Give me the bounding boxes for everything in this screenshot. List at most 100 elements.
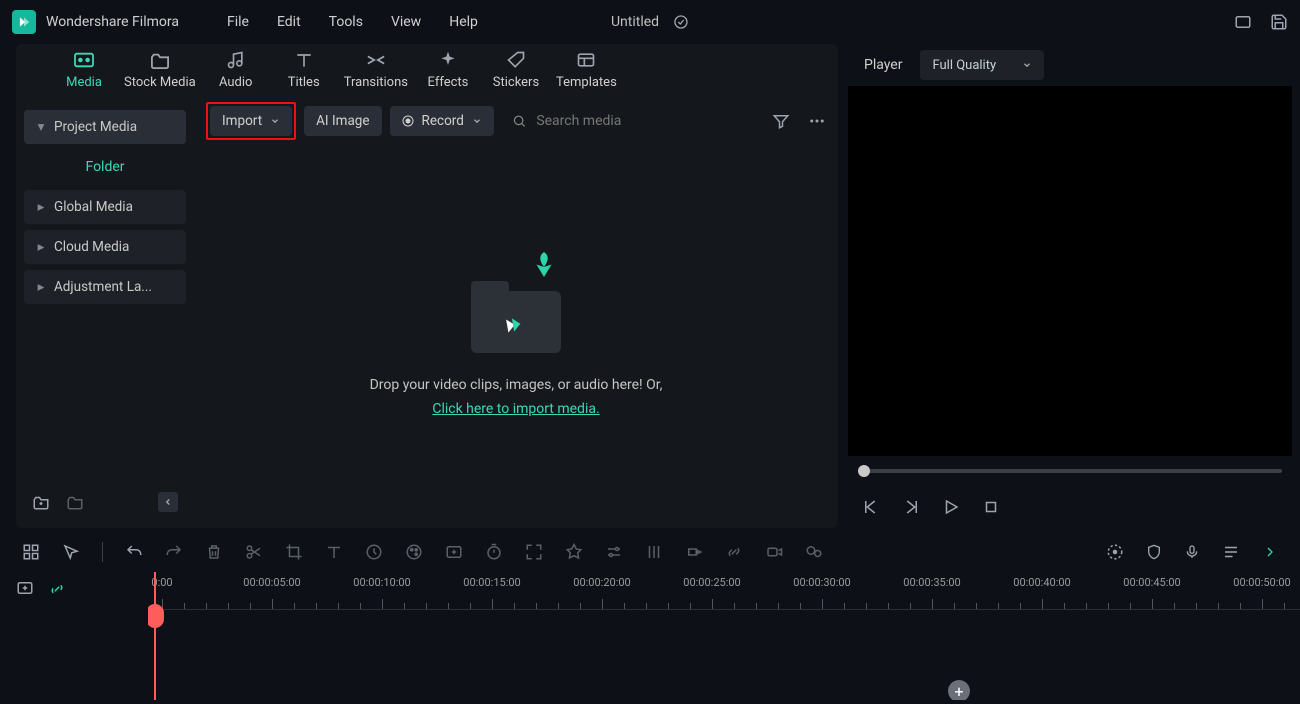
chevron-right-icon: ▸ <box>36 279 46 295</box>
chevron-down-icon <box>1022 60 1032 70</box>
undo-button[interactable] <box>125 543 143 561</box>
keyframe-button[interactable] <box>445 543 463 561</box>
mic-icon[interactable] <box>1184 543 1200 561</box>
folder-icon[interactable] <box>66 494 84 510</box>
redo-button[interactable] <box>165 543 183 561</box>
sidebar-cloud-media[interactable]: ▸ Cloud Media <box>24 230 186 264</box>
prev-frame-button[interactable] <box>862 498 880 516</box>
sync-status-icon <box>673 14 689 30</box>
save-icon[interactable] <box>1270 13 1288 31</box>
expand-button[interactable] <box>525 543 543 561</box>
dropzone-text: Drop your video clips, images, or audio … <box>370 377 663 393</box>
cursor-icon[interactable] <box>62 543 80 561</box>
chevron-right-icon: ▸ <box>36 199 46 215</box>
crop-button[interactable] <box>285 543 303 561</box>
mixer-button[interactable] <box>645 543 663 561</box>
marker-button[interactable] <box>565 543 583 561</box>
speed-button[interactable] <box>365 543 383 561</box>
transitions-icon <box>365 49 387 71</box>
audio-icon <box>225 49 247 71</box>
menu-help[interactable]: Help <box>449 14 478 30</box>
import-illustration <box>461 253 571 363</box>
more-icon[interactable] <box>808 112 826 130</box>
separator <box>102 542 103 562</box>
sidebar-project-media[interactable]: ▾ Project Media <box>24 110 186 144</box>
menu-file[interactable]: File <box>227 14 249 30</box>
import-media-link[interactable]: Click here to import media. <box>432 401 599 417</box>
stop-button[interactable] <box>982 498 1000 516</box>
tab-titles[interactable]: Titles <box>276 49 332 90</box>
search-icon <box>512 113 526 129</box>
tab-stickers[interactable]: Stickers <box>488 49 544 90</box>
add-track-button[interactable]: + <box>948 680 970 700</box>
tab-media[interactable]: Media <box>56 49 112 90</box>
add-track-icon[interactable] <box>16 580 34 598</box>
app-logo <box>12 10 36 34</box>
quality-select[interactable]: Full Quality <box>920 50 1044 80</box>
media-sidebar: ▾ Project Media Folder ▸ Global Media ▸ … <box>16 100 194 528</box>
templates-icon <box>575 49 597 71</box>
export-icon[interactable] <box>1106 543 1124 561</box>
tab-transitions[interactable]: Transitions <box>344 49 408 90</box>
delete-button[interactable] <box>205 543 223 561</box>
ai-image-button[interactable]: AI Image <box>304 106 381 136</box>
chevron-down-icon <box>472 116 482 126</box>
scrub-bar[interactable] <box>848 456 1292 486</box>
list-icon[interactable] <box>1222 543 1240 561</box>
menu-view[interactable]: View <box>391 14 421 30</box>
timer-button[interactable] <box>485 543 503 561</box>
timeline-toolbar <box>0 532 1300 572</box>
app-name: Wondershare Filmora <box>46 14 179 30</box>
next-frame-button[interactable] <box>902 498 920 516</box>
sidebar-global-media[interactable]: ▸ Global Media <box>24 190 186 224</box>
timeline-main[interactable]: 0:0000:00:05:0000:00:10:0000:00:15:0000:… <box>148 572 1300 700</box>
import-highlight: Import <box>206 102 296 140</box>
chevron-right-icon: ▸ <box>36 239 46 255</box>
link-button[interactable] <box>725 543 743 561</box>
media-dropzone[interactable]: Drop your video clips, images, or audio … <box>194 142 838 528</box>
scrub-thumb[interactable] <box>858 465 870 477</box>
search-input[interactable] <box>536 113 764 129</box>
titlebar: Wondershare Filmora File Edit Tools View… <box>0 0 1300 44</box>
shield-icon[interactable] <box>1146 543 1162 561</box>
timeline-tracks[interactable]: + <box>148 610 1300 700</box>
video-preview[interactable] <box>848 86 1292 456</box>
media-panel: Media Stock Media Audio Titles Transitio… <box>16 44 838 528</box>
filter-icon[interactable] <box>772 112 790 130</box>
player-label: Player <box>864 57 902 73</box>
record-button[interactable]: Record <box>390 106 494 136</box>
unlink-icon[interactable] <box>48 580 66 598</box>
adjust-button[interactable] <box>605 543 623 561</box>
split-button[interactable] <box>245 543 263 561</box>
tab-effects[interactable]: Effects <box>420 49 476 90</box>
layout-icon[interactable] <box>1234 13 1252 31</box>
main-menu: File Edit Tools View Help <box>227 14 478 30</box>
detach-button[interactable] <box>685 543 703 561</box>
timeline-ruler[interactable]: 0:0000:00:05:0000:00:10:0000:00:15:0000:… <box>148 572 1300 610</box>
render-button[interactable] <box>765 543 783 561</box>
sidebar-adjustment-layer[interactable]: ▸ Adjustment La... <box>24 270 186 304</box>
media-content: Import AI Image Record <box>194 100 838 528</box>
tab-templates[interactable]: Templates <box>556 49 617 90</box>
stock-media-icon <box>149 49 171 71</box>
menu-tools[interactable]: Tools <box>329 14 363 30</box>
timeline-left <box>0 572 148 700</box>
filmora-logo-icon <box>501 313 524 336</box>
voiceover-button[interactable] <box>805 543 823 561</box>
new-folder-icon[interactable] <box>32 494 50 510</box>
tab-audio[interactable]: Audio <box>208 49 264 90</box>
import-button[interactable]: Import <box>210 106 292 136</box>
collapse-sidebar-button[interactable] <box>158 492 178 512</box>
timeline: 0:0000:00:05:0000:00:10:0000:00:15:0000:… <box>0 572 1300 700</box>
sidebar-folder[interactable]: Folder <box>24 150 186 184</box>
tab-stock-media[interactable]: Stock Media <box>124 49 196 90</box>
expand-right-icon[interactable] <box>1262 543 1278 561</box>
text-button[interactable] <box>325 543 343 561</box>
play-button[interactable] <box>942 498 960 516</box>
chevron-down-icon: ▾ <box>36 119 46 135</box>
menu-edit[interactable]: Edit <box>277 14 301 30</box>
color-button[interactable] <box>405 543 423 561</box>
layout-grid-icon[interactable] <box>22 543 40 561</box>
project-title: Untitled <box>611 14 659 30</box>
chevron-down-icon <box>270 116 280 126</box>
